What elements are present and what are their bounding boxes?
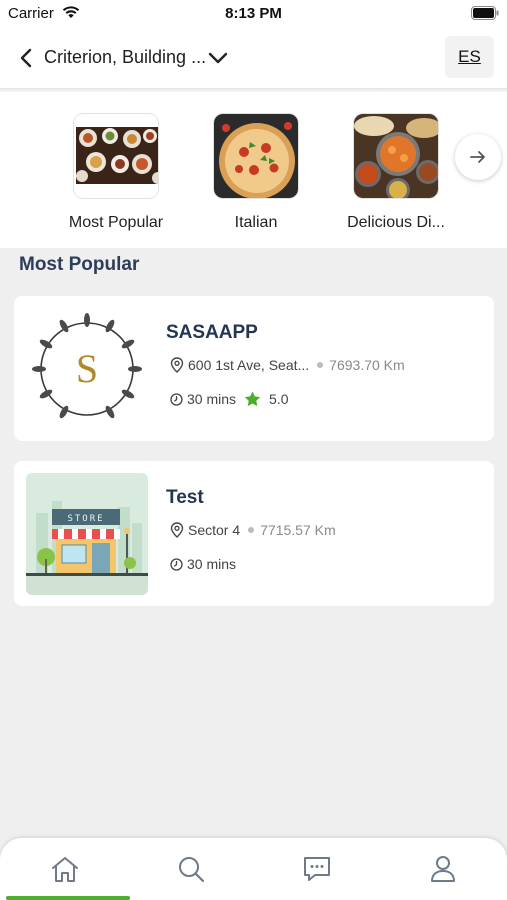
address-row: 600 1st Ave, Seat... 7693.70 Km — [170, 357, 405, 373]
bottom-nav — [0, 838, 507, 900]
category-italian[interactable]: Italian — [196, 113, 316, 232]
rating: 5.0 — [244, 391, 289, 407]
clock-icon — [170, 557, 183, 571]
nav-search[interactable] — [128, 838, 254, 900]
restaurant-distance: 7693.70 Km — [329, 357, 405, 373]
store-sign-text: STORE — [67, 514, 104, 524]
category-image-curry — [353, 113, 439, 199]
category-carousel[interactable]: Most Popular Italian Delicious Di... — [0, 92, 507, 248]
app-header: Criterion, Building ... ES — [0, 30, 507, 90]
home-icon — [52, 857, 78, 882]
restaurant-address: Sector 4 — [188, 522, 241, 538]
separator-dot — [317, 362, 324, 368]
back-arrow-icon[interactable] — [18, 47, 36, 69]
language-button[interactable]: ES — [445, 36, 494, 78]
delivery-time: 30 mins — [187, 556, 237, 572]
profile-icon — [431, 856, 455, 882]
arrow-right-icon — [470, 151, 485, 163]
nav-profile[interactable] — [380, 838, 506, 900]
logo-letter: S — [76, 346, 98, 391]
restaurant-name: SASAAPP — [166, 322, 258, 343]
category-delicious[interactable]: Delicious Di... — [336, 113, 456, 232]
restaurant-logo: S — [26, 308, 148, 430]
status-time: 8:13 PM — [225, 5, 282, 22]
category-most-popular[interactable]: Most Popular — [56, 113, 176, 232]
chevron-down-icon[interactable] — [207, 50, 229, 66]
carousel-next-button[interactable] — [455, 134, 501, 180]
restaurant-address: 600 1st Ave, Seat... — [188, 357, 310, 373]
status-bar: Carrier 8:13 PM — [0, 0, 507, 30]
star-icon — [244, 391, 261, 407]
battery-icon — [471, 6, 499, 20]
time-row: 30 mins — [170, 556, 236, 572]
clock-icon — [170, 392, 183, 406]
separator-dot — [248, 527, 255, 533]
rating-value: 5.0 — [269, 391, 289, 407]
delivery-time: 30 mins — [187, 391, 237, 407]
nav-home[interactable] — [2, 838, 130, 900]
category-image-pizza — [213, 113, 299, 199]
chat-icon — [304, 857, 330, 881]
nav-chat[interactable] — [254, 838, 380, 900]
category-label: Delicious Di... — [347, 214, 445, 231]
search-icon — [179, 857, 205, 883]
category-label: Italian — [234, 214, 278, 231]
section-title: Most Popular — [19, 254, 140, 275]
location-pin-icon — [170, 357, 184, 373]
restaurant-card[interactable]: STORE Test Sector 4 7715.57 Km 30 mins — [14, 461, 494, 606]
location-pin-icon — [170, 522, 184, 538]
address-row: Sector 4 7715.57 Km — [170, 522, 336, 538]
time-row: 30 mins 5.0 — [170, 391, 289, 407]
restaurant-name: Test — [166, 487, 204, 508]
nav-active-indicator — [6, 896, 130, 900]
restaurant-card[interactable]: S SASAAPP 600 1st Ave, Seat... 7693.70 K… — [14, 296, 494, 441]
restaurant-distance: 7715.57 Km — [260, 522, 336, 538]
category-image-food-spread — [73, 113, 159, 199]
category-label: Most Popular — [68, 214, 164, 231]
location-selector[interactable]: Criterion, Building ... — [44, 47, 206, 68]
restaurant-logo: STORE — [26, 473, 148, 595]
